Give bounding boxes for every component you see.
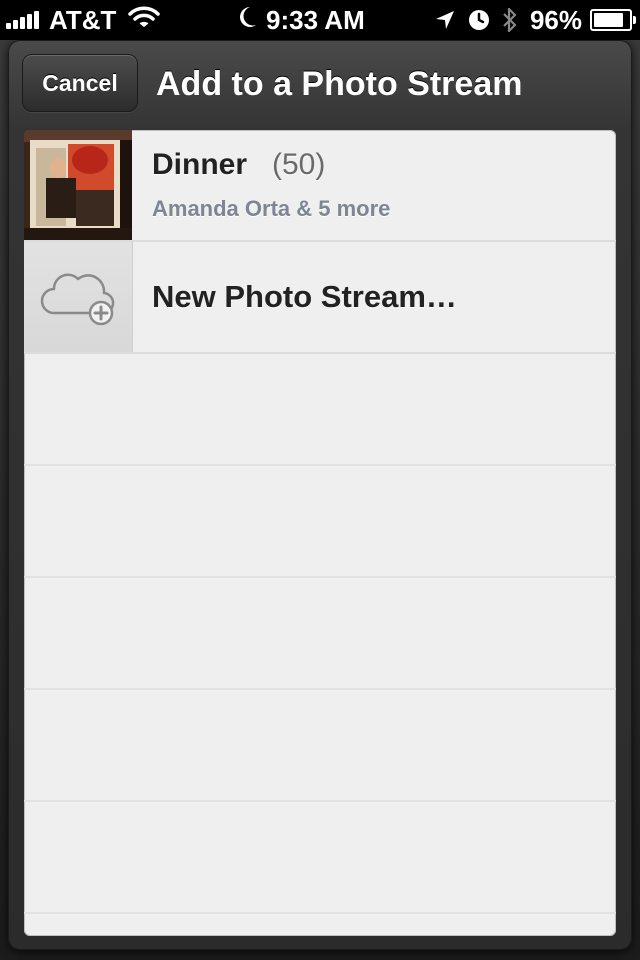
stream-thumbnail (24, 130, 132, 240)
sheet-title: Add to a Photo Stream (156, 65, 523, 103)
new-photo-stream-row[interactable]: New Photo Stream… (24, 242, 616, 354)
battery-icon (590, 9, 636, 31)
empty-row (24, 466, 616, 578)
stream-row-dinner[interactable]: Dinner (50) Amanda Orta & 5 more (24, 130, 616, 242)
stream-count: (50) (272, 148, 326, 181)
empty-row (24, 354, 616, 466)
status-right: 96% (434, 4, 636, 36)
stream-subscribers: Amanda Orta & 5 more (152, 196, 391, 221)
clock-time: 9:33 AM (266, 4, 365, 35)
moon-icon (238, 5, 258, 36)
cloud-add-icon (24, 242, 133, 352)
status-center: 9:33 AM (238, 4, 365, 36)
signal-icon (6, 11, 41, 29)
wifi-icon (128, 5, 161, 36)
empty-row (24, 690, 616, 802)
photo-stream-sheet: Cancel Add to a Photo Stream Dinner (50)… (8, 40, 632, 950)
screen: AT&T 9:33 AM 96% Cancel Add to a Photo S… (0, 0, 640, 960)
empty-row (24, 802, 616, 914)
new-photo-stream-label: New Photo Stream… (152, 279, 457, 314)
alarm-clock-icon (468, 9, 490, 31)
location-arrow-icon (434, 9, 456, 31)
stream-list: Dinner (50) Amanda Orta & 5 more New Pho… (24, 130, 616, 936)
carrier-label: AT&T (49, 4, 117, 35)
cancel-button[interactable]: Cancel (22, 54, 138, 112)
status-bar: AT&T 9:33 AM 96% (0, 0, 640, 40)
stream-name: Dinner (152, 148, 248, 181)
bluetooth-icon (502, 7, 518, 33)
empty-row (24, 578, 616, 690)
status-left: AT&T (6, 4, 161, 36)
battery-percent: 96% (529, 4, 582, 35)
